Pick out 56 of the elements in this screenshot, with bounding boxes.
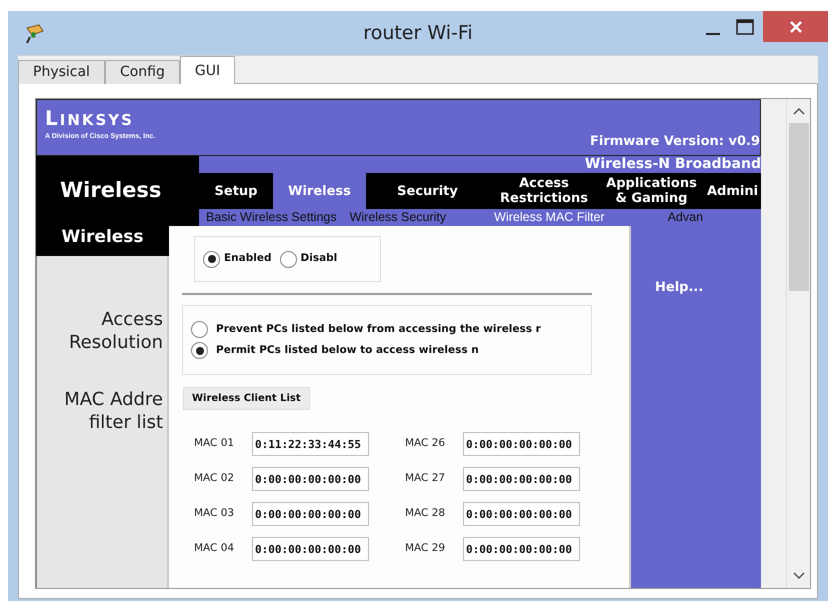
submenu-link[interactable]: Wireless Security	[350, 209, 446, 226]
product-name: Wireless-N Broadband	[584, 156, 761, 173]
radio-label: Disabl	[300, 251, 338, 266]
mac-address-field[interactable]: 0:11:22:33:44:55	[252, 432, 369, 456]
field-label: MAC Addre filter list	[63, 388, 163, 434]
mac-label: MAC 26	[405, 436, 446, 452]
router-icon	[24, 23, 46, 45]
close-icon	[788, 20, 802, 34]
scrollbar-thumb[interactable]	[788, 123, 808, 291]
mac-address-field[interactable]: 0:00:00:00:00:00	[252, 467, 369, 491]
submenu-link[interactable]: Advan	[668, 209, 704, 226]
field-label: Access Resolution	[68, 308, 163, 354]
mac-address-field[interactable]: 0:00:00:00:00:00	[463, 537, 580, 561]
menu-tab[interactable]: Security	[366, 173, 489, 209]
radio-button[interactable]	[191, 321, 208, 338]
submenu-link[interactable]: Basic Wireless Settings	[206, 209, 337, 226]
scroll-down-icon[interactable]	[792, 572, 804, 580]
radio-label: Permit PCs listed below to access wireless n	[216, 342, 479, 358]
submenu-link[interactable]: Wireless MAC Filter	[494, 209, 605, 226]
mac-label: MAC 03	[194, 506, 236, 522]
mac-label: MAC 28	[405, 506, 446, 522]
radio-button[interactable]	[191, 342, 208, 359]
section-title: Wireless	[60, 177, 162, 204]
radio-label: Prevent PCs listed below from accessing the wireless r	[216, 322, 541, 337]
menu-tab[interactable]: Admini	[704, 173, 761, 209]
scrollbar[interactable]	[786, 99, 810, 588]
mac-label: MAC 02	[194, 471, 236, 486]
tab[interactable]: Config	[104, 60, 180, 84]
maximize-icon	[736, 19, 754, 36]
mac-label: MAC 29	[405, 541, 446, 556]
close-button[interactable]	[763, 11, 828, 42]
window-title: router Wi-Fi	[363, 20, 473, 46]
radio-button[interactable]	[203, 250, 220, 268]
mac-label: MAC 27	[405, 471, 446, 486]
mac-address-field[interactable]: 0:00:00:00:00:00	[252, 502, 369, 526]
help-link[interactable]: Help...	[655, 280, 704, 295]
mac-address-field[interactable]: 0:00:00:00:00:00	[463, 502, 580, 526]
menu-tab[interactable]: Access Restrictions	[489, 173, 599, 209]
logo: LINKSYS	[45, 108, 135, 128]
mac-address-field[interactable]: 0:00:00:00:00:00	[252, 537, 369, 561]
mac-address-field[interactable]: 0:00:00:00:00:00	[463, 432, 580, 456]
radio-button[interactable]	[280, 250, 296, 268]
wireless-client-list-button[interactable]: Wireless Client List	[183, 387, 310, 410]
radio-label: Enabled	[224, 251, 272, 266]
scroll-up-icon[interactable]	[792, 107, 804, 115]
menu-tab[interactable]: Applications & Gaming	[599, 173, 704, 209]
subsection-title: Wireless	[61, 226, 144, 249]
menu-tab[interactable]: Wireless	[273, 173, 366, 209]
mac-label: MAC 04	[194, 541, 236, 556]
menu-tab[interactable]: Setup	[199, 173, 273, 209]
firmware-version: Firmware Version: v0.9	[590, 132, 760, 150]
tab[interactable]: GUI	[180, 56, 236, 84]
minimize-icon	[706, 33, 720, 36]
tab[interactable]: Physical	[18, 60, 105, 84]
mac-label: MAC 01	[194, 436, 236, 452]
mac-address-field[interactable]: 0:00:00:00:00:00	[463, 467, 580, 491]
